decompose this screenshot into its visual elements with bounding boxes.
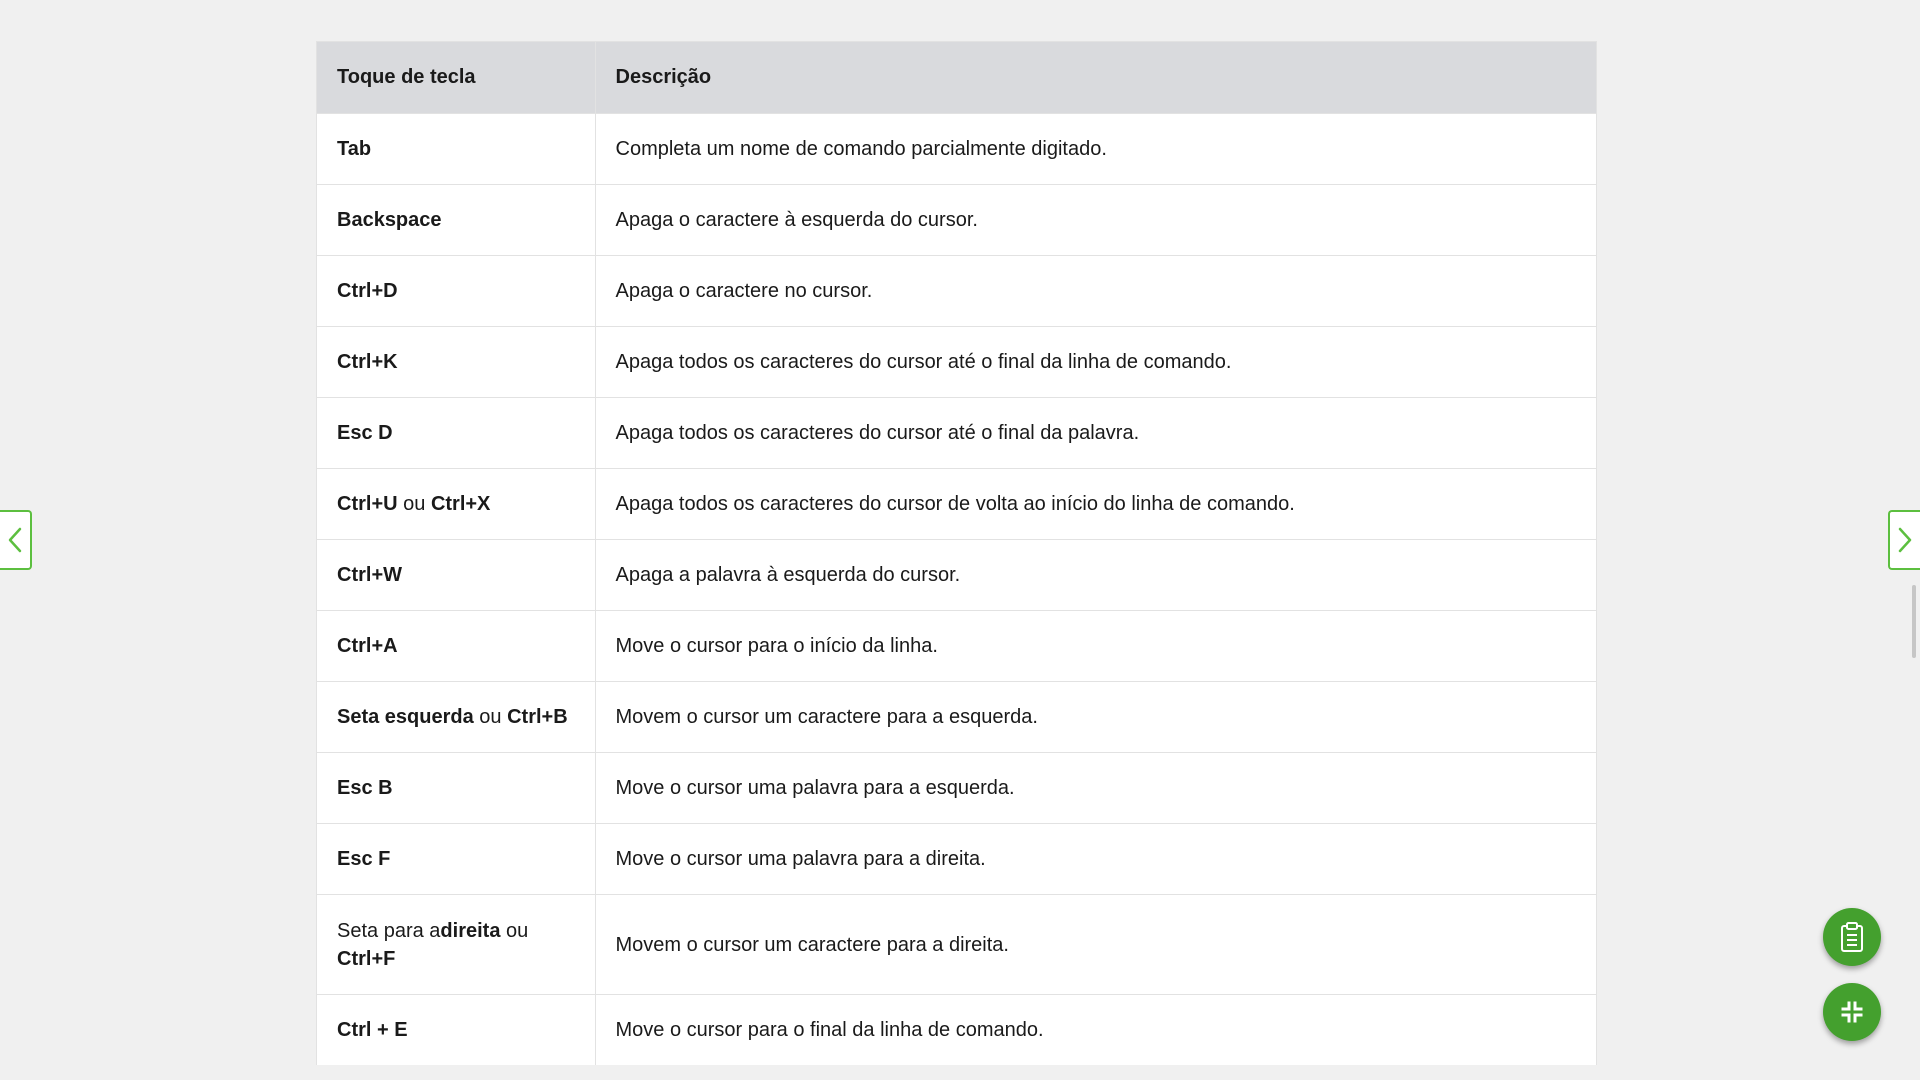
table-row: Backspace Apaga o caractere à esquerda do…	[317, 184, 1596, 256]
description-cell: Completa um nome de comando parcialmente…	[595, 113, 1596, 185]
description-cell: Movem o cursor um caractere para a direi…	[595, 894, 1596, 995]
key-combo: Backspace	[337, 209, 442, 231]
table-row: Esc D Apaga todos os caracteres do cursor…	[317, 397, 1596, 469]
keystroke-cell: Ctrl+K	[317, 326, 596, 398]
description-cell: Apaga o caractere à esquerda do cursor.	[595, 184, 1596, 256]
key-combo: Ctrl+U	[337, 493, 398, 515]
description-cell: Apaga todos os caracteres do cursor até …	[595, 326, 1596, 398]
collapse-icon	[1841, 1001, 1863, 1023]
keystroke-cell: Tab	[317, 113, 596, 185]
description-cell: Move o cursor uma palavra para a direita…	[595, 823, 1596, 895]
scrollbar-thumb[interactable]	[1912, 585, 1916, 658]
table-row: Seta esquerda ou Ctrl+B Movem o cursor um…	[317, 681, 1596, 753]
key-combo: Tab	[337, 138, 372, 160]
table-row: Tab Completa um nome de comando parcialme…	[317, 113, 1596, 185]
key-separator: ou	[397, 493, 431, 515]
description-cell: Movem o cursor um caractere para a esque…	[595, 681, 1596, 753]
key-combo: Esc B	[337, 777, 393, 799]
chevron-right-icon	[1898, 527, 1912, 553]
keystroke-cell: Esc B	[317, 752, 596, 824]
description-cell: Apaga a palavra à esquerda do cursor.	[595, 539, 1596, 611]
keystroke-cell: Backspace	[317, 184, 596, 256]
description-cell: Move o cursor para o final da linha de c…	[595, 994, 1596, 1065]
table-header-row: Toque de tecla Descrição	[317, 42, 1596, 114]
keystroke-cell: Ctrl + E	[317, 994, 596, 1065]
key-combo: Ctrl+B	[507, 706, 568, 728]
key-separator: ou	[500, 919, 529, 942]
description-cell: Apaga todos os caracteres do cursor até …	[595, 397, 1596, 469]
key-combo: Ctrl+K	[337, 351, 398, 373]
table-row: Ctrl+K Apaga todos os caracteres do curso…	[317, 326, 1596, 398]
clipboard-icon	[1841, 922, 1863, 952]
clipboard-button[interactable]	[1823, 908, 1881, 966]
description-cell: Apaga o caractere no cursor.	[595, 255, 1596, 327]
table-row: Esc B Move o cursor uma palavra para a es…	[317, 752, 1596, 824]
header-description: Descrição	[595, 42, 1596, 114]
keystroke-cell: Ctrl+A	[317, 610, 596, 682]
key-combo: Ctrl+A	[337, 635, 398, 657]
table-row: Ctrl+U ou Ctrl+X Apaga todos os caractere…	[317, 468, 1596, 540]
description-cell: Move o cursor para o início da linha.	[595, 610, 1596, 682]
keystroke-cell: Seta para adireita ou Ctrl+F	[317, 894, 596, 995]
key-combo: Seta esquerda	[337, 706, 474, 728]
shortcut-table: Toque de tecla Descrição Tab Completa um …	[316, 41, 1597, 1065]
previous-page-button[interactable]	[0, 510, 32, 570]
chevron-left-icon	[8, 527, 22, 553]
description-cell: Apaga todos os caracteres do cursor de v…	[595, 468, 1596, 540]
header-keystroke: Toque de tecla	[317, 42, 596, 114]
key-combo: Esc F	[337, 848, 391, 870]
key-combo: Ctrl+X	[430, 493, 491, 515]
keystroke-cell: Esc D	[317, 397, 596, 469]
table-row: Esc F Move o cursor uma palavra para a di…	[317, 823, 1596, 895]
key-combo: Esc D	[337, 422, 393, 444]
key-separator: Seta para a	[337, 919, 441, 942]
key-combo: Ctrl+F	[337, 947, 396, 970]
table-row: Ctrl + E Move o cursor para o final da li…	[317, 994, 1596, 1065]
table-row: Seta para adireita ou Ctrl+F Movem o curs…	[317, 894, 1596, 995]
key-combo: Ctrl+D	[337, 280, 398, 302]
keystroke-cell: Seta esquerda ou Ctrl+B	[317, 681, 596, 753]
collapse-button[interactable]	[1823, 983, 1881, 1041]
table-row: Ctrl+A Move o cursor para o início da lin…	[317, 610, 1596, 682]
table-body: Tab Completa um nome de comando parcialme…	[317, 113, 1596, 1065]
table-row: Ctrl+W Apaga a palavra à esquerda do curs…	[317, 539, 1596, 611]
key-separator: ou	[473, 706, 508, 728]
keystroke-cell: Esc F	[317, 823, 596, 895]
key-combo: Ctrl + E	[337, 1019, 408, 1041]
key-combo: Ctrl+W	[337, 564, 402, 586]
key-combo: direita	[440, 919, 501, 942]
keystroke-cell: Ctrl+D	[317, 255, 596, 327]
page: Toque de tecla Descrição Tab Completa um …	[0, 0, 1920, 1080]
table-row: Ctrl+D Apaga o caractere no cursor.	[317, 255, 1596, 327]
keystroke-cell: Ctrl+U ou Ctrl+X	[317, 468, 596, 540]
description-cell: Move o cursor uma palavra para a esquerd…	[595, 752, 1596, 824]
next-page-button[interactable]	[1888, 510, 1920, 570]
keystroke-cell: Ctrl+W	[317, 539, 596, 611]
